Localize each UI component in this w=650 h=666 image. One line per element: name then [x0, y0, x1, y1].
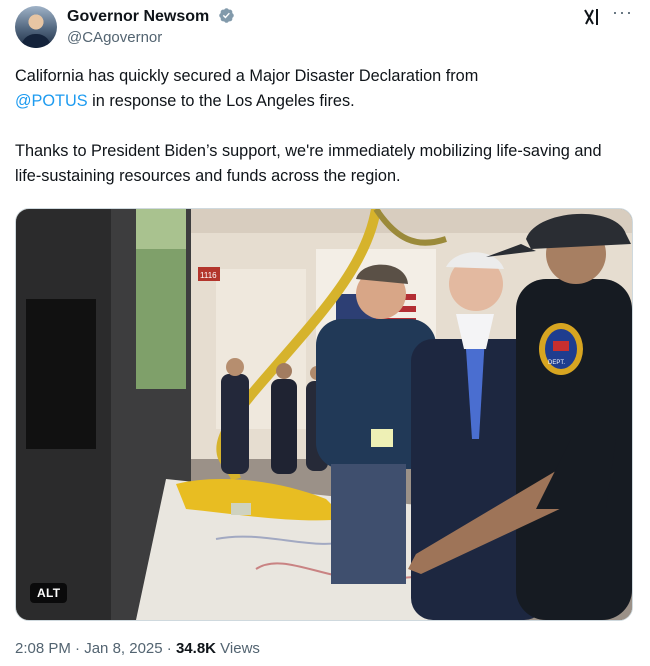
patch-text: DEPT.: [548, 360, 565, 366]
mention-link[interactable]: @POTUS: [15, 92, 88, 110]
tweet-text-segment: California has quickly secured a Major D…: [15, 67, 479, 85]
author-display-name[interactable]: Governor Newsom: [67, 7, 235, 27]
verified-badge-icon: [218, 8, 234, 23]
tweet-text-segment: in response to the Los Angeles fires.: [87, 92, 355, 110]
views-count: 34.8K: [175, 640, 216, 657]
views-label: Views: [220, 640, 260, 657]
photo-scene: 1116 DEPT.: [16, 209, 632, 620]
avatar[interactable]: [15, 6, 57, 48]
grok-icon[interactable]: [582, 7, 602, 27]
tweet-paragraph-2: Thanks to President Biden’s support, we'…: [15, 142, 602, 185]
tweet-text: California has quickly secured a Major D…: [15, 64, 627, 189]
tweet-time[interactable]: 2:08 PM: [15, 640, 71, 657]
more-options-icon[interactable]: ···: [612, 3, 632, 24]
tweet-meta: 2:08 PM · Jan 8, 2025 · 34.8K Views: [15, 640, 260, 657]
meta-separator: ·: [166, 640, 172, 657]
meta-separator: ·: [75, 640, 81, 657]
author-name-text: Governor Newsom: [67, 8, 210, 25]
tweet-paragraph-1: California has quickly secured a Major D…: [15, 64, 627, 114]
alt-text-badge[interactable]: ALT: [30, 583, 68, 603]
room-sign-text: 1116: [200, 271, 217, 280]
tweet-date[interactable]: Jan 8, 2025: [84, 640, 162, 657]
avatar-suit: [21, 34, 51, 48]
author-handle[interactable]: @CAgovernor: [67, 29, 162, 46]
tweet-photo[interactable]: 1116 DEPT.: [15, 208, 633, 621]
